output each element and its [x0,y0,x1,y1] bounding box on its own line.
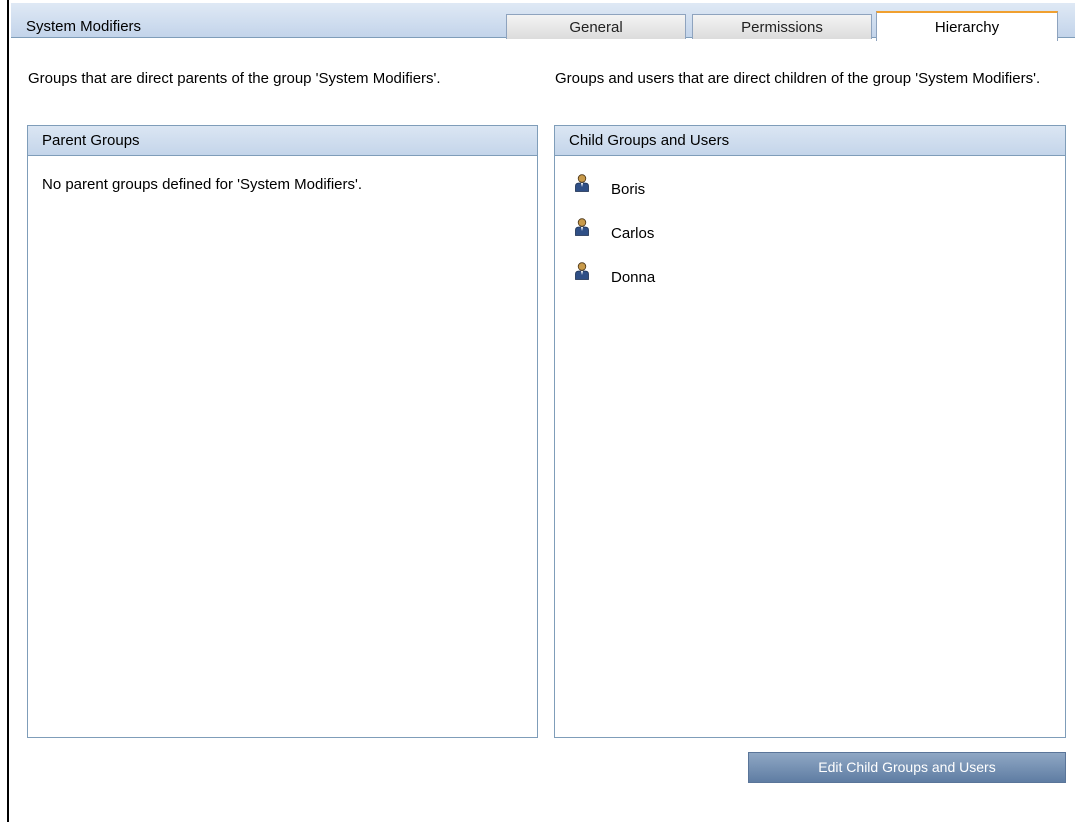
tab-general[interactable]: General [506,14,686,39]
user-icon [575,218,589,236]
user-name: Boris [611,181,646,198]
window-left-edge [0,0,9,822]
parent-groups-header: Parent Groups [28,126,537,156]
child-groups-panel: Child Groups and Users Boris Carlos Donn… [554,125,1066,738]
group-title: System Modifiers [26,18,142,35]
parent-groups-panel: Parent Groups No parent groups defined f… [27,125,538,738]
children-description: Groups and users that are direct childre… [555,70,1041,87]
user-icon [575,262,589,280]
tab-hierarchy[interactable]: Hierarchy [876,11,1058,41]
child-groups-header: Child Groups and Users [555,126,1065,156]
edit-child-groups-button[interactable]: Edit Child Groups and Users [748,752,1066,783]
no-parents-message: No parent groups defined for 'System Mod… [42,176,363,193]
tab-permissions[interactable]: Permissions [692,14,872,39]
child-user-list: Boris Carlos Donna [574,174,655,306]
parents-description: Groups that are direct parents of the gr… [28,70,441,87]
user-icon [575,174,589,192]
list-item-donna[interactable]: Donna [574,262,655,306]
user-name: Carlos [611,225,655,242]
list-item-boris[interactable]: Boris [574,174,655,218]
list-item-carlos[interactable]: Carlos [574,218,655,262]
user-name: Donna [611,269,656,286]
